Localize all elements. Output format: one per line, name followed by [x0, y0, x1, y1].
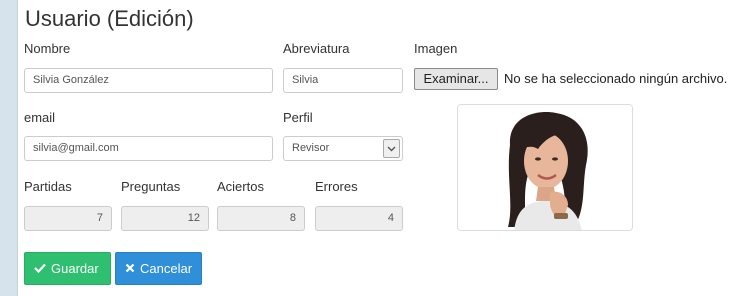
nombre-label: Nombre [24, 41, 71, 56]
aciertos-label: Aciertos [217, 179, 264, 194]
user-photo-illustration [458, 105, 632, 230]
perfil-select-value: Revisor [292, 142, 330, 154]
cancel-button[interactable]: Cancelar [115, 252, 202, 285]
email-input[interactable]: silvia@gmail.com [24, 136, 273, 161]
times-icon [125, 261, 135, 276]
abreviatura-input[interactable]: Silvia [283, 68, 403, 93]
errores-label: Errores [315, 179, 358, 194]
page-title: Usuario (Edición) [25, 6, 194, 31]
imagen-label: Imagen [414, 41, 458, 56]
partidas-field: 7 [24, 206, 112, 231]
preguntas-field: 12 [121, 206, 209, 231]
preguntas-label: Preguntas [121, 179, 181, 194]
browse-file-button[interactable]: Examinar... [414, 68, 498, 90]
check-icon [34, 261, 46, 276]
email-label: email [24, 110, 56, 125]
user-photo [457, 104, 633, 231]
file-status-text: No se ha seleccionado ningún archivo. [504, 71, 728, 86]
save-button-label: Guardar [51, 261, 99, 276]
perfil-label: Perfil [283, 110, 313, 125]
cancel-button-label: Cancelar [140, 261, 193, 276]
abreviatura-label: Abreviatura [283, 41, 350, 56]
errores-field: 4 [315, 206, 403, 231]
perfil-select[interactable]: Revisor [283, 136, 403, 161]
aciertos-field: 8 [217, 206, 305, 231]
save-button[interactable]: Guardar [24, 252, 111, 285]
nombre-input[interactable]: Silvia González [24, 68, 273, 93]
chevron-down-icon[interactable] [383, 139, 400, 158]
partidas-label: Partidas [24, 179, 72, 194]
